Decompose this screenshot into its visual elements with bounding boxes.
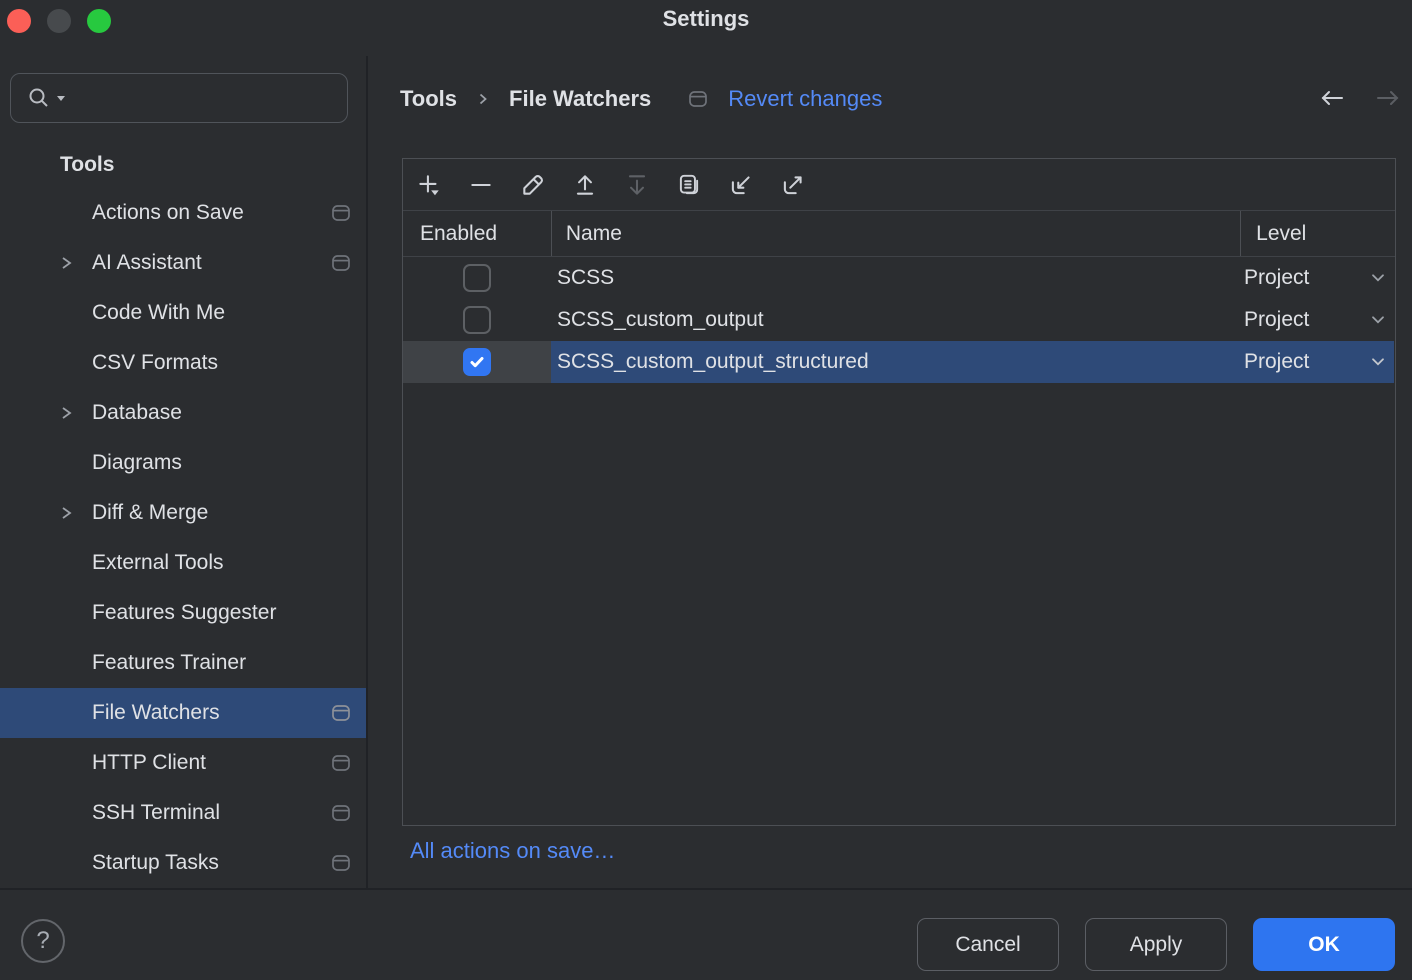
chevron-right-icon[interactable] — [58, 254, 74, 272]
chevron-down-icon — [1370, 314, 1386, 325]
arrow-right-icon — [1375, 88, 1401, 108]
table-toolbar — [403, 159, 1395, 211]
settings-window: Settings Tools Actions on Save — [0, 0, 1412, 980]
chevron-right-icon — [477, 91, 489, 107]
sidebar-divider — [366, 56, 368, 888]
window-title: Settings — [0, 6, 1412, 32]
row-checkbox[interactable] — [463, 264, 491, 292]
level-dropdown[interactable]: Project — [1242, 257, 1394, 299]
arrow-left-icon — [1319, 88, 1345, 108]
modified-indicator-icon — [689, 91, 707, 107]
tree-section-tools: Tools — [0, 142, 366, 188]
bottom-divider — [0, 888, 1412, 890]
remove-watcher-button[interactable] — [462, 165, 500, 205]
sidebar-item-features-trainer[interactable]: Features Trainer — [0, 638, 366, 688]
question-mark-icon: ? — [36, 927, 49, 955]
edit-watcher-button[interactable] — [514, 165, 552, 205]
copy-icon — [676, 172, 702, 198]
breadcrumb-tools[interactable]: Tools — [400, 86, 457, 112]
modified-indicator-icon — [332, 855, 350, 871]
table-header: Enabled Name Level — [403, 211, 1395, 257]
minus-icon — [468, 172, 494, 198]
chevron-down-icon — [1370, 272, 1386, 283]
modified-indicator-icon — [332, 255, 350, 271]
titlebar: Settings — [0, 0, 1412, 44]
modified-indicator-icon — [332, 705, 350, 721]
arrow-down-icon — [624, 172, 650, 198]
column-header-level[interactable]: Level — [1240, 211, 1395, 256]
export-watchers-button[interactable] — [774, 165, 812, 205]
settings-search-input[interactable] — [10, 73, 348, 123]
checkmark-icon — [468, 353, 486, 371]
chevron-down-icon — [1370, 356, 1386, 367]
sidebar-item-features-suggester[interactable]: Features Suggester — [0, 588, 366, 638]
back-button[interactable] — [1318, 86, 1346, 110]
sidebar-item-ai-assistant[interactable]: AI Assistant — [0, 238, 366, 288]
sidebar-item-startup-tasks[interactable]: Startup Tasks — [0, 838, 366, 888]
modified-indicator-icon — [332, 805, 350, 821]
sidebar-item-file-watchers[interactable]: File Watchers — [0, 688, 366, 738]
table-row-scss-custom-output[interactable]: SCSS_custom_output Project — [403, 299, 1395, 341]
column-header-name[interactable]: Name — [551, 211, 1240, 256]
cancel-button[interactable]: Cancel — [917, 918, 1059, 971]
all-actions-on-save-link[interactable]: All actions on save… — [410, 838, 615, 864]
sidebar-item-http-client[interactable]: HTTP Client — [0, 738, 366, 788]
help-button[interactable]: ? — [21, 919, 65, 963]
chevron-right-icon[interactable] — [58, 504, 74, 522]
apply-button[interactable]: Apply — [1085, 918, 1227, 971]
settings-sidebar: Tools Actions on Save AI Assistant — [0, 44, 366, 888]
sidebar-item-ssh-terminal[interactable]: SSH Terminal — [0, 788, 366, 838]
sidebar-item-csv-formats[interactable]: CSV Formats — [0, 338, 366, 388]
plus-icon — [416, 172, 442, 198]
pencil-icon — [520, 172, 546, 198]
table-row-scss[interactable]: SCSS Project — [403, 257, 1395, 299]
sidebar-item-diagrams[interactable]: Diagrams — [0, 438, 366, 488]
import-watchers-button[interactable] — [722, 165, 760, 205]
breadcrumb-file-watchers: File Watchers — [509, 86, 651, 112]
table-row-scss-custom-output-structured[interactable]: SCSS_custom_output_structured Project — [403, 341, 1395, 383]
level-dropdown[interactable]: Project — [1242, 299, 1394, 341]
ok-button[interactable]: OK — [1253, 918, 1395, 971]
add-watcher-button[interactable] — [410, 165, 448, 205]
history-nav — [1318, 86, 1402, 110]
row-checkbox[interactable] — [463, 348, 491, 376]
search-icon — [26, 85, 52, 111]
search-filter-caret-icon — [55, 93, 67, 103]
arrow-up-icon — [572, 172, 598, 198]
breadcrumb: Tools File Watchers Revert changes — [400, 82, 882, 116]
chevron-right-icon[interactable] — [58, 404, 74, 422]
row-checkbox[interactable] — [463, 306, 491, 334]
column-header-enabled[interactable]: Enabled — [403, 211, 551, 256]
move-up-button[interactable] — [566, 165, 604, 205]
modified-indicator-icon — [332, 755, 350, 771]
duplicate-watcher-button[interactable] — [670, 165, 708, 205]
sidebar-item-external-tools[interactable]: External Tools — [0, 538, 366, 588]
forward-button[interactable] — [1374, 86, 1402, 110]
level-dropdown[interactable]: Project — [1242, 341, 1394, 383]
sidebar-item-database[interactable]: Database — [0, 388, 366, 438]
sidebar-item-diff-merge[interactable]: Diff & Merge — [0, 488, 366, 538]
sidebar-item-actions-on-save[interactable]: Actions on Save — [0, 188, 366, 238]
sidebar-item-code-with-me[interactable]: Code With Me — [0, 288, 366, 338]
settings-tree: Tools Actions on Save AI Assistant — [0, 142, 366, 888]
file-watchers-table: Enabled Name Level SCSS Project — [402, 158, 1396, 826]
export-icon — [780, 172, 806, 198]
import-icon — [728, 172, 754, 198]
modified-indicator-icon — [332, 205, 350, 221]
move-down-button — [618, 165, 656, 205]
revert-changes-link[interactable]: Revert changes — [728, 86, 882, 112]
